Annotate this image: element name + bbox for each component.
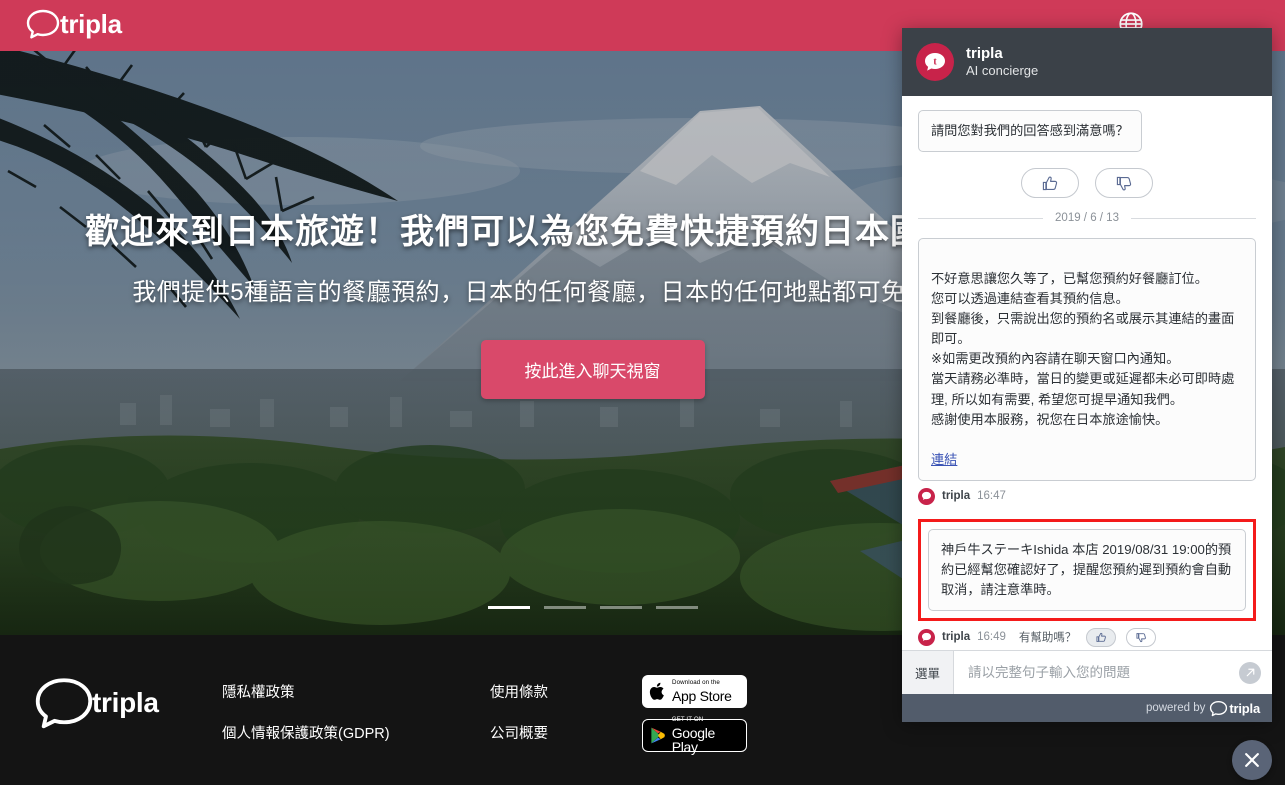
footer-link-company[interactable]: 公司概要 [490,722,642,743]
footer-brand-name: tripla [92,687,159,718]
chat-message-meta: tripla 16:47 [918,487,1256,505]
google-play-icon [651,727,665,744]
chat-message-sender: tripla [942,631,971,644]
chat-message-list[interactable]: 請問您對我們的回答感到滿意嗎？ 2019 / 6 / 13 不好意思讓您久等了，… [902,96,1272,650]
chat-title: tripla [966,44,1003,62]
avatar-bubble-icon [921,492,932,501]
chat-powered-by-bar: powered by tripla [902,694,1272,722]
carousel-dot-3[interactable] [599,606,642,609]
speech-bubble-icon [35,678,93,729]
close-chat-button[interactable] [1232,740,1272,780]
chat-message-sender: tripla [942,490,971,503]
thumbs-down-icon [1116,176,1131,190]
google-play-big-label: Google Play [671,724,716,755]
chat-input-bar: 選單 [902,650,1272,694]
avatar-bubble-icon: t [925,53,945,71]
app-store-small-label: Download on the [672,679,720,687]
google-play-badge[interactable]: GET IT ON Google Play [642,716,747,755]
chat-message-bubble: 不好意思讓您久等了，已幫您預約好餐廳訂位。 您可以透過連結查看其預約信息。 到餐… [918,238,1256,481]
footer-link-terms[interactable]: 使用條款 [490,681,642,702]
page-root: 歡迎來到日本旅遊！我們可以為您免費快捷預約日本國內的餐廳。 我們提供5種語言的餐… [0,0,1285,785]
arrow-up-right-icon [1246,668,1254,677]
footer-brand-logo[interactable]: tripla [32,663,222,731]
chat-message-bubble: 神戶牛ステーキIshida 本店 2019/08/31 19:00的預約已經幫您… [928,528,1246,611]
chat-message-meta: tripla 16:49 有幫助嗎？ [918,627,1256,647]
thumbs-down-button[interactable] [1095,168,1153,199]
tripla-avatar-icon-small [918,487,935,505]
site-brand-logo[interactable]: tripla [25,8,122,40]
chat-send-button[interactable] [1228,651,1272,694]
apple-icon [649,682,664,700]
chat-message-text: 不好意思讓您久等了，已幫您預約好餐廳訂位。 您可以透過連結查看其預約信息。 到餐… [931,271,1235,427]
google-play-small-label: GET IT ON [671,716,704,724]
chat-message-time: 16:49 [977,631,1006,644]
date-divider-label: 2019 / 6 / 13 [1055,212,1119,225]
powered-by-label: powered by [1145,702,1206,714]
tripla-avatar-icon: t [916,43,954,81]
footer-links-column-1: 隱私權政策 個人情報保護政策(GDPR) [222,663,490,763]
chat-feedback-label: 有幫助嗎？ [1018,632,1077,645]
speech-bubble-icon [26,9,60,39]
carousel-dot-2[interactable] [543,606,586,609]
footer-links-column-2: 使用條款 公司概要 [490,663,642,763]
chat-message-input[interactable] [954,651,1228,694]
open-chat-button[interactable]: 按此進入聊天視窗 [480,340,705,400]
thumbs-up-icon [1042,176,1057,190]
site-brand-name: tripla [60,9,122,39]
avatar-bubble-icon [921,633,932,642]
thumbs-up-button[interactable] [1086,627,1117,647]
chat-message-time: 16:47 [977,490,1006,503]
speech-bubble-icon [1210,700,1228,716]
footer-link-gdpr[interactable]: 個人情報保護政策(GDPR) [222,722,490,743]
footer-link-privacy-policy[interactable]: 隱私權政策 [222,681,490,702]
thumbs-down-button[interactable] [1126,627,1157,647]
highlight-annotation-box: 神戶牛ステーキIshida 本店 2019/08/31 19:00的預約已經幫您… [918,518,1256,621]
app-store-badge[interactable]: Download on the App Store [642,675,747,708]
thumbs-up-icon [1096,632,1106,642]
date-divider: 2019 / 6 / 13 [918,212,1256,224]
thumbs-up-button[interactable] [1021,168,1079,199]
chat-message-link[interactable]: 連結 [931,452,957,467]
chat-widget: t tripla AI concierge 請問您對我們的回答感到滿意嗎？ 20… [902,28,1272,722]
survey-question-bubble: 請問您對我們的回答感到滿意嗎？ [918,110,1142,153]
thumbs-down-icon [1136,633,1146,643]
chat-header: t tripla AI concierge [902,28,1272,96]
tripla-avatar-icon-small [918,628,935,646]
chat-subtitle: AI concierge [966,63,1039,79]
carousel-dot-1[interactable] [487,606,530,609]
close-icon [1245,753,1259,767]
powered-by-brand: tripla [1229,700,1260,716]
survey-rating-row [918,168,1256,199]
app-store-big-label: App Store [672,687,732,704]
app-store-badges: Download on the App Store GET IT ON Goog… [642,663,747,755]
carousel-dot-4[interactable] [655,606,698,609]
chat-menu-button[interactable]: 選單 [902,651,954,694]
send-arrow-icon [1239,661,1261,684]
